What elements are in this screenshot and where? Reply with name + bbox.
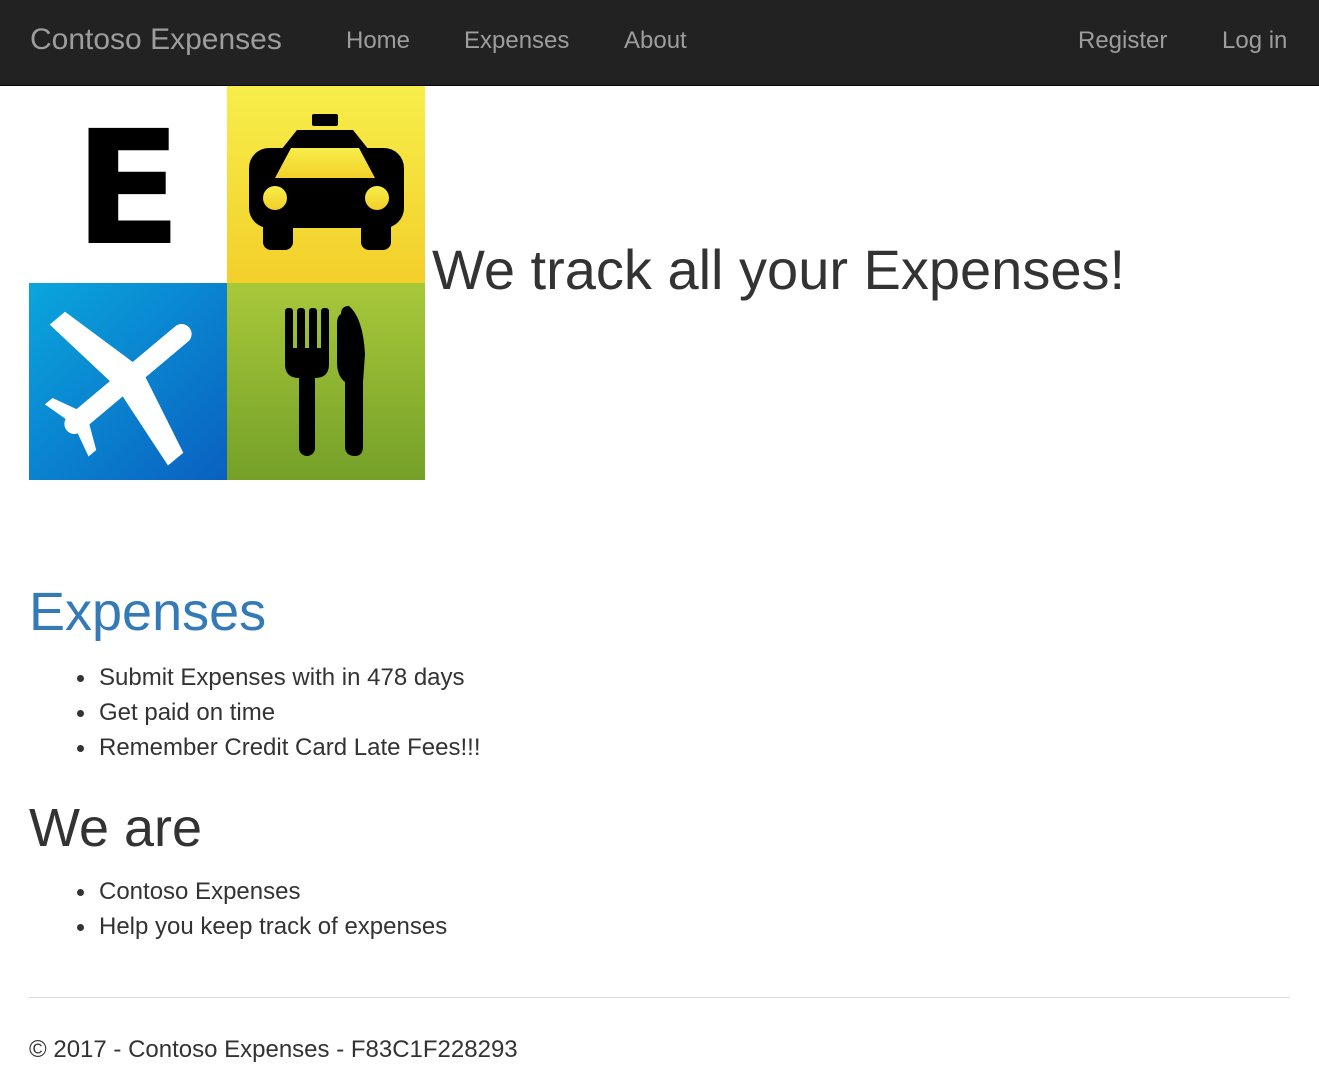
footer-copyright: © 2017 - Contoso Expenses - F83C1F228293 xyxy=(29,1036,518,1063)
nav-about-link[interactable]: About xyxy=(624,26,687,56)
list-item: Get paid on time xyxy=(0,695,480,730)
list-item: Submit Expenses with in 478 days xyxy=(0,660,480,695)
nav-home-link[interactable]: Home xyxy=(346,26,410,56)
logo-letter: E xyxy=(74,97,182,281)
list-item: Contoso Expenses xyxy=(0,874,447,909)
expenses-logo: E xyxy=(29,86,425,480)
top-navbar: Contoso Expenses Home Expenses About Reg… xyxy=(0,0,1319,86)
expenses-feature-list: Submit Expenses with in 478 days Get pai… xyxy=(0,660,480,765)
brand-link[interactable]: Contoso Expenses xyxy=(30,21,282,59)
we-are-heading: We are xyxy=(29,798,203,858)
nav-login-link[interactable]: Log in xyxy=(1222,26,1287,56)
list-item: Help you keep track of expenses xyxy=(0,909,447,944)
nav-expenses-link[interactable]: Expenses xyxy=(464,26,569,56)
list-item: Remember Credit Card Late Fees!!! xyxy=(0,730,480,765)
nav-register-link[interactable]: Register xyxy=(1078,26,1167,56)
expenses-heading-link[interactable]: Expenses xyxy=(29,580,266,644)
hero-title: We track all your Expenses! xyxy=(432,238,1126,301)
footer-divider xyxy=(29,997,1290,998)
about-list: Contoso Expenses Help you keep track of … xyxy=(0,874,447,944)
